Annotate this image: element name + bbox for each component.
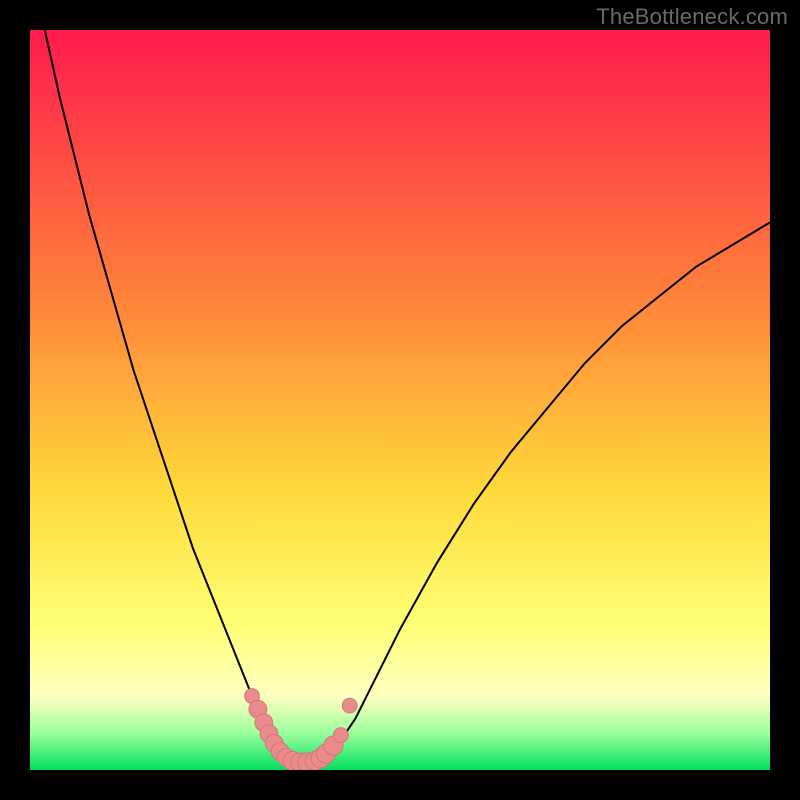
data-marker: [342, 698, 357, 713]
bottleneck-chart: [30, 30, 770, 770]
chart-frame: TheBottleneck.com: [0, 0, 800, 800]
watermark-text: TheBottleneck.com: [596, 4, 788, 30]
chart-background: [30, 30, 770, 770]
data-marker: [333, 728, 348, 743]
